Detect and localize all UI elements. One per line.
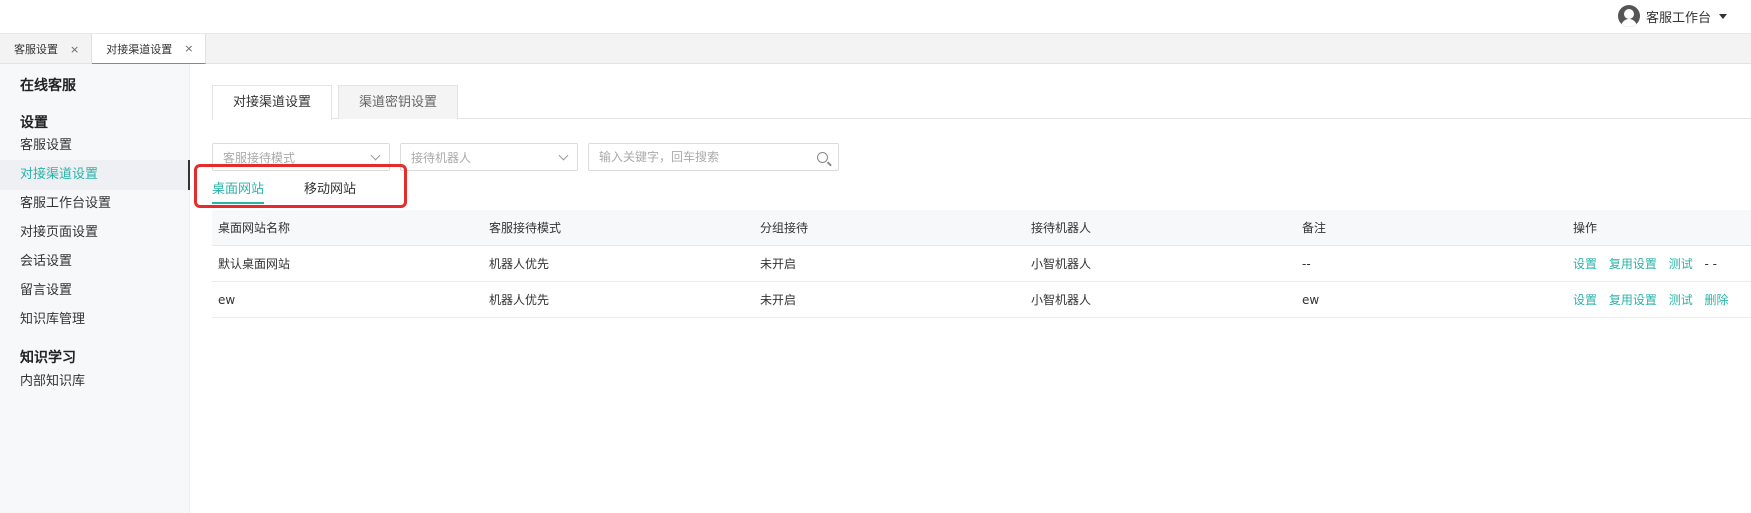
test-link[interactable]: 测试 (1669, 257, 1693, 271)
column-header: 操作 (1573, 221, 1598, 235)
chevron-down-icon (370, 150, 381, 160)
column-header: 接待机器人 (1031, 221, 1092, 235)
robot-cell: 小智机器人 (1031, 257, 1092, 271)
tab-desktop-site[interactable]: 桌面网站 (212, 178, 265, 204)
sidebar-item-message-settings[interactable]: 留言设置 (0, 276, 190, 306)
tab-channel-settings[interactable]: 对接渠道设置 (212, 85, 333, 120)
close-icon[interactable]: × (184, 42, 193, 55)
robot-cell: 小智机器人 (1031, 293, 1092, 307)
sidebar-section-online-service: 在线客服 (20, 78, 76, 94)
column-header: 分组接待 (760, 221, 809, 235)
test-link[interactable]: 测试 (1669, 293, 1693, 307)
tab-channel-key-settings[interactable]: 渠道密钥设置 (338, 85, 459, 119)
page-tab-channel-settings[interactable]: 对接渠道设置 × (92, 34, 207, 64)
reuse-settings-link[interactable]: 复用设置 (1609, 257, 1657, 271)
sidebar-item-channel-settings[interactable]: 对接渠道设置 (0, 160, 190, 190)
close-icon[interactable]: × (70, 43, 79, 56)
page-tab-label: 客服设置 (14, 43, 58, 56)
operations-cell: 设置 复用设置 测试 - - (1567, 255, 1751, 272)
settings-link[interactable]: 设置 (1573, 257, 1597, 271)
column-header: 备注 (1302, 221, 1327, 235)
workbench-menu[interactable]: 客服工作台 (1617, 4, 1727, 28)
sidebar-item-customer-service[interactable]: 客服设置 (0, 131, 190, 161)
mode-cell: 机器人优先 (489, 293, 550, 307)
table-header-row: 桌面网站名称 客服接待模式 分组接待 接待机器人 备注 操作 (212, 210, 1751, 246)
page-tab-bar: 客服设置 × 对接渠道设置 × (0, 34, 1751, 64)
tab-mobile-site[interactable]: 移动网站 (304, 178, 356, 204)
search-icon[interactable] (817, 151, 828, 163)
site-type-tabs: 桌面网站 移动网站 (212, 178, 356, 204)
reception-mode-placeholder: 客服接待模式 (223, 150, 296, 165)
table-row: ew 机器人优先 未开启 小智机器人 ew 设置 复用设置 测试 删除 (212, 282, 1751, 318)
no-delete-placeholder: - - (1704, 257, 1718, 271)
robot-select[interactable]: 接待机器人 (400, 143, 578, 171)
settings-link[interactable]: 设置 (1573, 293, 1597, 307)
caret-down-icon (1719, 13, 1727, 19)
sidebar-item-workbench-settings[interactable]: 客服工作台设置 (0, 189, 190, 219)
mode-cell: 机器人优先 (489, 257, 550, 271)
chevron-down-icon (558, 150, 569, 160)
workbench-label: 客服工作台 (1645, 10, 1711, 26)
group-cell: 未开启 (760, 293, 797, 307)
search-input[interactable] (599, 150, 799, 164)
robot-placeholder: 接待机器人 (411, 150, 472, 165)
site-table: 桌面网站名称 客服接待模式 分组接待 接待机器人 备注 操作 默认桌面网站 机器… (212, 210, 1751, 318)
column-header: 客服接待模式 (489, 221, 562, 235)
table-row: 默认桌面网站 机器人优先 未开启 小智机器人 -- 设置 复用设置 测试 - - (212, 246, 1751, 282)
page-tab-customer-service[interactable]: 客服设置 × (0, 34, 93, 64)
search-box (588, 143, 839, 171)
sidebar-section-learning: 知识学习 (20, 350, 76, 366)
delete-link[interactable]: 删除 (1705, 293, 1729, 307)
remark-cell: -- (1302, 256, 1311, 271)
sidebar: 在线客服 设置 客服设置 对接渠道设置 客服工作台设置 对接页面设置 会话设置 … (0, 64, 190, 513)
sidebar-item-internal-knowledge[interactable]: 内部知识库 (0, 367, 190, 397)
page-tab-label: 对接渠道设置 (106, 42, 173, 56)
site-name-cell: ew (218, 292, 236, 307)
sidebar-item-session-settings[interactable]: 会话设置 (0, 247, 190, 277)
sidebar-section-settings: 设置 (20, 115, 48, 131)
reuse-settings-link[interactable]: 复用设置 (1609, 293, 1657, 307)
operations-cell: 设置 复用设置 测试 删除 (1567, 291, 1751, 308)
remark-cell: ew (1302, 292, 1320, 307)
top-header: 客服工作台 (0, 0, 1751, 34)
column-header: 桌面网站名称 (218, 221, 291, 235)
sub-tab-bar: 对接渠道设置 渠道密钥设置 (212, 85, 1751, 120)
agent-avatar-icon (1617, 5, 1640, 27)
site-name-cell: 默认桌面网站 (218, 257, 291, 271)
sidebar-item-knowledge-base[interactable]: 知识库管理 (0, 305, 190, 335)
group-cell: 未开启 (760, 257, 797, 271)
sidebar-item-page-settings[interactable]: 对接页面设置 (0, 218, 190, 248)
main-content: 对接渠道设置 渠道密钥设置 客服接待模式 接待机器人 桌面网站 移动网站 桌面网… (190, 64, 1751, 513)
